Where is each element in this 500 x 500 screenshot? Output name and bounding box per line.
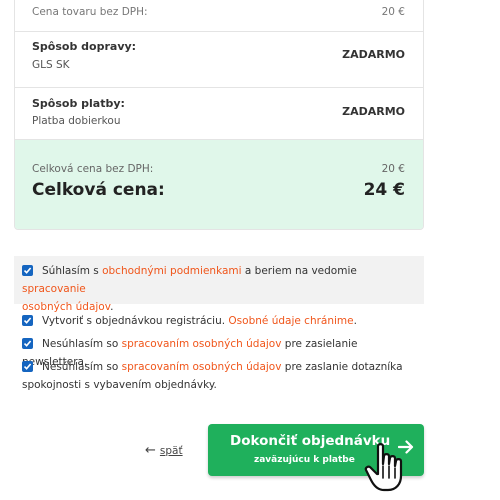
survey-text-post: pre zaslanie dotazníka xyxy=(281,361,403,373)
privacy-link-a[interactable]: spracovanie xyxy=(22,283,86,295)
terms-consent: Súhlasím s obchodnými podmienkami a beri… xyxy=(14,256,424,313)
back-label: späť xyxy=(159,444,183,457)
newsletter-privacy-link[interactable]: spracovaním osobných údajov xyxy=(122,338,282,350)
total-net-label: Celková cena bez DPH: xyxy=(32,163,154,175)
survey-checkbox[interactable] xyxy=(22,361,33,372)
newsletter-checkbox[interactable] xyxy=(22,338,33,349)
back-link[interactable]: ← späť xyxy=(145,443,183,458)
price-value: 20 € xyxy=(381,6,405,18)
total-net-value: 20 € xyxy=(381,163,405,175)
price-row: Cena tovaru bez DPH: 20 € xyxy=(15,0,423,32)
terms-checkbox[interactable] xyxy=(22,265,33,276)
price-label: Cena tovaru bez DPH: xyxy=(32,6,148,18)
total-value: 24 € xyxy=(363,180,405,200)
survey-consent: Nesúhlasím so spracovaním osobných údajo… xyxy=(14,358,424,394)
registration-consent: Vytvoriť s objednávkou registráciu. Osob… xyxy=(14,312,424,330)
survey-text-line2: spokojnosti s vybavením objednávky. xyxy=(22,379,217,391)
finish-order-sublabel: zaväzujúcu k platbe xyxy=(254,455,355,465)
shipping-label: Spôsob dopravy: xyxy=(32,40,137,53)
arrow-left-icon: ← xyxy=(145,443,156,458)
registration-text-pre: Vytvoriť s objednávkou registráciu. xyxy=(42,315,229,327)
shipping-value: ZADARMO xyxy=(342,48,405,61)
payment-method: Platba dobierkou xyxy=(32,115,121,127)
checkmark-icon xyxy=(23,267,32,274)
total-box: Celková cena bez DPH: 20 € Celková cena:… xyxy=(15,140,423,229)
newsletter-text-pre: Nesúhlasím so xyxy=(42,338,122,350)
checkmark-icon xyxy=(23,340,32,347)
order-summary: Cena tovaru bez DPH: 20 € Spôsob dopravy… xyxy=(14,0,424,230)
survey-text-pre: Nesúhlasím so xyxy=(42,361,122,373)
payment-row: Spôsob platby: Platba dobierkou ZADARMO xyxy=(15,88,423,140)
checkmark-icon xyxy=(23,317,32,324)
terms-text-pre: Súhlasím s xyxy=(42,265,103,277)
total-label: Celková cena: xyxy=(32,180,165,200)
registration-checkbox[interactable] xyxy=(22,315,33,326)
payment-label: Spôsob platby: xyxy=(32,97,125,110)
terms-text-mid: a beriem na vedomie xyxy=(241,265,357,277)
registration-text-post: . xyxy=(353,315,357,327)
data-protection-link[interactable]: Osobné údaje chránime xyxy=(228,315,353,327)
hand-cursor-icon xyxy=(364,443,403,492)
checkmark-icon xyxy=(23,363,32,370)
shipping-row: Spôsob dopravy: GLS SK ZADARMO xyxy=(15,32,423,88)
terms-link[interactable]: obchodnými podmienkami xyxy=(102,265,241,277)
shipping-method: GLS SK xyxy=(32,59,70,71)
survey-privacy-link[interactable]: spracovaním osobných údajov xyxy=(122,361,282,373)
newsletter-consent: Nesúhlasím so spracovaním osobných údajo… xyxy=(14,335,424,368)
payment-value: ZADARMO xyxy=(342,105,405,118)
